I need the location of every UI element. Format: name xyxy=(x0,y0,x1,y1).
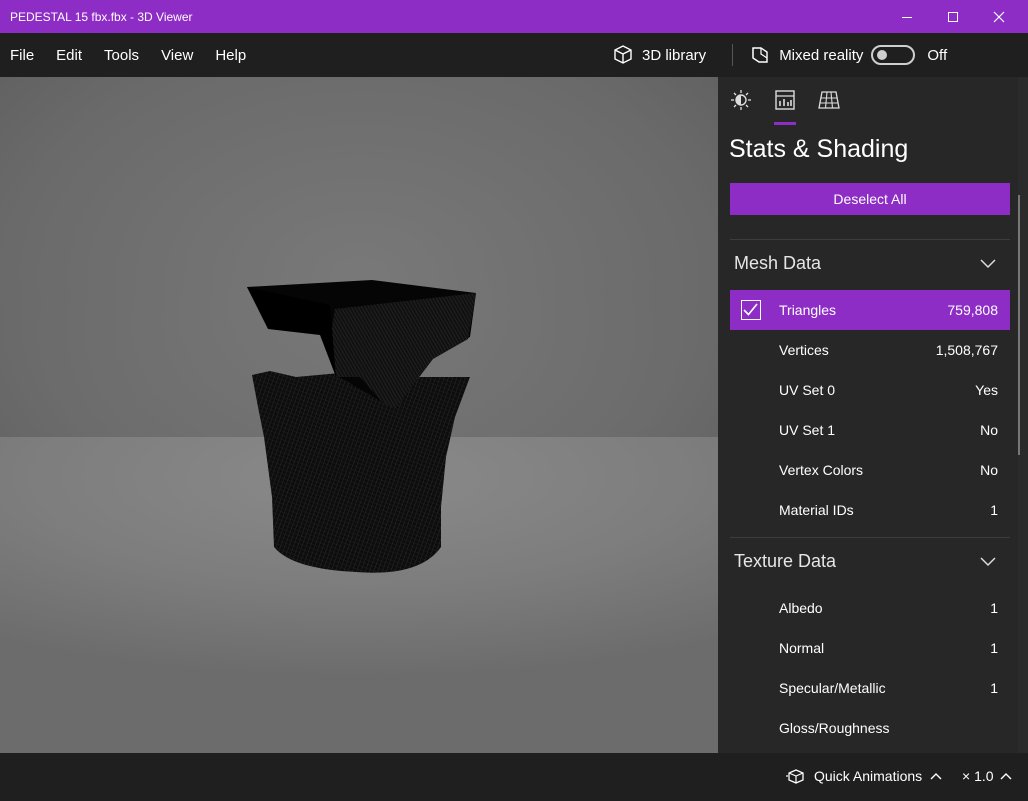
mixed-reality-icon xyxy=(752,47,768,63)
lighting-icon xyxy=(731,90,751,110)
chevron-up-icon xyxy=(1000,773,1012,780)
chevron-down-icon xyxy=(980,258,996,268)
stats-panel: Stats & Shading Deselect All Mesh Data T… xyxy=(718,77,1018,753)
row-value: 1 xyxy=(990,680,998,696)
mixed-reality-button[interactable]: Mixed reality xyxy=(749,44,863,66)
texture-row-normal[interactable]: Normal 1 xyxy=(730,628,1010,668)
mesh-row-triangles[interactable]: Triangles 759,808 xyxy=(730,290,1010,330)
3d-viewport[interactable] xyxy=(0,77,718,753)
menu-bar: File Edit Tools View Help 3D library Mix… xyxy=(0,33,1028,77)
row-value: 1,508,767 xyxy=(935,342,998,358)
section-divider xyxy=(730,537,1010,538)
toggle-knob xyxy=(877,50,888,60)
mesh-row-vertex-colors[interactable]: Vertex Colors No xyxy=(730,450,1010,490)
mixed-reality-toggle[interactable] xyxy=(871,45,916,65)
tab-grid[interactable] xyxy=(818,89,840,111)
row-label: Specular/Metallic xyxy=(779,680,886,696)
row-value: 1 xyxy=(990,502,998,518)
tab-lighting[interactable] xyxy=(730,89,752,111)
menu-tools[interactable]: Tools xyxy=(93,47,150,64)
speed-button[interactable]: × 1.0 xyxy=(962,768,1012,784)
row-label: Material IDs xyxy=(779,502,854,518)
cube-icon xyxy=(614,45,632,64)
texture-row-specular-metallic[interactable]: Specular/Metallic 1 xyxy=(730,668,1010,708)
deselect-all-button[interactable]: Deselect All xyxy=(730,183,1010,215)
animation-icon xyxy=(786,769,804,784)
quick-animations-button[interactable]: Quick Animations xyxy=(786,768,942,784)
menu-file[interactable]: File xyxy=(0,47,45,64)
toggle-state-label: Off xyxy=(927,46,948,64)
section-divider xyxy=(730,239,1010,240)
triangles-checkbox[interactable] xyxy=(741,300,761,320)
row-value: 1 xyxy=(990,640,998,656)
row-label: Gloss/Roughness xyxy=(779,720,890,736)
texture-data-title: Texture Data xyxy=(734,551,837,571)
menu-help[interactable]: Help xyxy=(204,47,257,64)
pedestal-model xyxy=(247,280,476,573)
checkmark-icon xyxy=(743,303,758,316)
row-label: Normal xyxy=(779,640,825,656)
close-icon xyxy=(993,11,1005,22)
mesh-row-uv-set-0[interactable]: UV Set 0 Yes xyxy=(730,370,1010,410)
minimize-button[interactable] xyxy=(884,0,930,33)
grid-icon xyxy=(818,91,840,109)
maximize-button[interactable] xyxy=(930,0,976,33)
row-label: UV Set 0 xyxy=(779,382,836,398)
panel-tabs xyxy=(730,89,840,125)
close-button[interactable] xyxy=(976,0,1022,33)
panel-title: Stats & Shading xyxy=(729,135,909,163)
minimize-icon xyxy=(902,16,912,18)
chevron-down-icon xyxy=(980,556,996,566)
panel-scrollbar-thumb[interactable] xyxy=(1018,195,1020,455)
bottom-bar: Quick Animations × 1.0 xyxy=(0,753,1028,801)
row-label: Vertex Colors xyxy=(779,462,864,478)
3d-library-label: 3D library xyxy=(642,46,707,64)
row-label: Albedo xyxy=(779,600,823,616)
menu-edit[interactable]: Edit xyxy=(45,47,93,64)
mesh-row-material-ids[interactable]: Material IDs 1 xyxy=(730,490,1010,530)
menu-view[interactable]: View xyxy=(150,47,204,64)
toolbar-separator xyxy=(732,44,734,66)
row-label: UV Set 1 xyxy=(779,422,836,438)
window-title: PEDESTAL 15 fbx.fbx - 3D Viewer xyxy=(10,9,193,24)
chevron-up-icon xyxy=(930,773,942,780)
row-value: 1 xyxy=(990,600,998,616)
title-bar: PEDESTAL 15 fbx.fbx - 3D Viewer xyxy=(0,0,1028,33)
mesh-row-vertices[interactable]: Vertices 1,508,767 xyxy=(730,330,1010,370)
tab-stats-shading[interactable] xyxy=(774,89,796,125)
mesh-data-title: Mesh Data xyxy=(734,253,822,273)
mesh-data-header[interactable]: Mesh Data xyxy=(734,253,996,274)
texture-data-header[interactable]: Texture Data xyxy=(734,551,996,572)
3d-library-button[interactable]: 3D library xyxy=(612,44,706,66)
row-label: Triangles xyxy=(779,302,837,318)
row-value: Yes xyxy=(975,382,998,398)
row-value: No xyxy=(980,422,998,438)
speed-label: × 1.0 xyxy=(962,768,994,784)
maximize-icon xyxy=(948,11,958,22)
row-value: 759,808 xyxy=(947,302,998,318)
mixed-reality-label: Mixed reality xyxy=(779,46,864,64)
stats-icon xyxy=(775,90,795,110)
quick-animations-label: Quick Animations xyxy=(814,768,923,784)
mesh-row-uv-set-1[interactable]: UV Set 1 No xyxy=(730,410,1010,450)
row-label: Vertices xyxy=(779,342,829,358)
texture-row-gloss-roughness[interactable]: Gloss/Roughness xyxy=(730,708,1010,748)
texture-row-albedo[interactable]: Albedo 1 xyxy=(730,588,1010,628)
row-value: No xyxy=(980,462,998,478)
